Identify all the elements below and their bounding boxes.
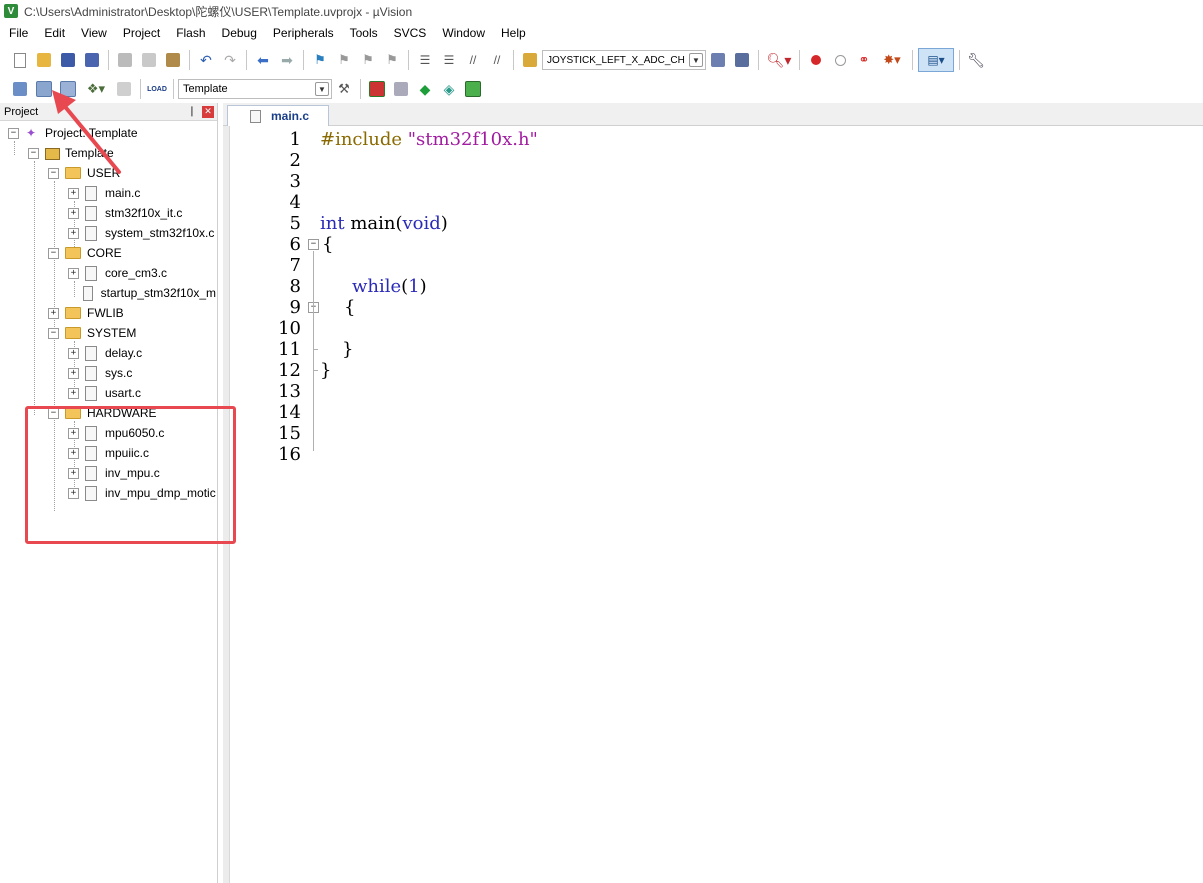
annotation-arrow-shaft — [60, 101, 121, 174]
annotation-arrow-head — [52, 90, 76, 114]
annotation-arrow — [52, 90, 121, 174]
